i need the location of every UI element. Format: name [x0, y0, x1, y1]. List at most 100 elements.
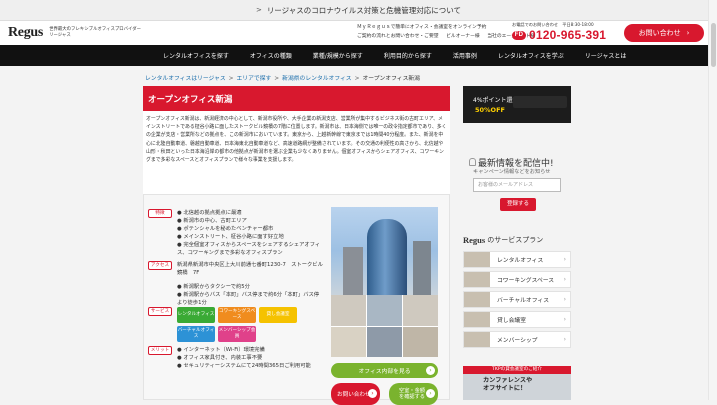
list-item: ● 新潟駅からバス「本町」バス停まで約6分「本町」バス停より徒歩1分 [177, 292, 320, 306]
page-title: オープンオフィス新潟 [143, 86, 450, 111]
plan-coworking[interactable]: コワーキングスペース › [463, 271, 571, 288]
check-availability-button[interactable]: 空室・金額を確認する › [389, 383, 438, 405]
thumbnail[interactable] [403, 295, 438, 326]
merit-row: メリット ● インターネット（Wi-Fi）環境完備 ● オフィス家具付き、内装工… [148, 346, 315, 370]
breadcrumb-prefecture[interactable]: 新潟県のレンタルオフィス [282, 76, 351, 82]
breadcrumb-area[interactable]: エリアで探す [237, 76, 272, 82]
chevron-right-icon: > [255, 6, 262, 14]
thumbnail[interactable] [331, 295, 366, 326]
features-label: 特徴 [148, 209, 172, 218]
center-content: オープンオフィス新潟 オープンオフィス新潟は、新潟経済の中心として、新潟市役所や… [143, 86, 450, 405]
list-item: ● オフィス家具付き、内装工事不要 [177, 355, 263, 361]
plan-membership[interactable]: メンバーシップ › [463, 331, 571, 348]
myregus-link[interactable]: ＭｙＲｅｇｕｓで簡単にオフィス・会議室をオンライン予約 [357, 25, 486, 30]
nav-item-types[interactable]: オフィスの種類 [250, 51, 292, 60]
phone-number[interactable]: FD 0120-965-391 [512, 28, 606, 42]
chevron-right-icon: › [563, 336, 566, 343]
chevron-right-icon: › [563, 276, 566, 283]
phone-block: お電話でのお問い合わせ 平日8:30-18:00 FD 0120-965-391 [512, 22, 606, 42]
inquiry-button[interactable]: お問い合わせ › [331, 383, 380, 405]
banner-text[interactable]: リージャスのコロナウイルス対策と危機管理対応について [267, 5, 461, 16]
email-field[interactable]: お客様のメールアドレス [473, 178, 561, 192]
plan-virtual-office[interactable]: バーチャルオフィス › [463, 291, 571, 308]
address: 新潟県新潟市中央区上大川前通七番町1230-7 ストークビル鏡橋 7F [177, 262, 323, 276]
right-sidebar: 4%ポイント還元 50%OFF 最新情報を配信中! キャンペーン情報などをお知ら… [463, 86, 571, 400]
arrow-right-icon: › [426, 389, 435, 398]
center-photo-gallery[interactable] [331, 207, 438, 357]
owner-link[interactable]: ビルオーナー様 [446, 34, 480, 39]
view-office-button[interactable]: オフィス内部を見る › [331, 363, 438, 378]
center-info-card: 特徴 ● 北信越の拠点拠点に最適 ● 新潟市の中心、古町エリア ● ポテンシャル… [143, 194, 450, 405]
features-list: ● 北信越の拠点拠点に最適 ● 新潟市の中心、古町エリア ● ポテンシャルを秘め… [177, 209, 327, 257]
access-label: アクセス [148, 261, 172, 270]
plans-suffix: のサービスプラン [487, 236, 544, 244]
badge-meeting-room[interactable]: 貸し会議室 [259, 307, 297, 323]
register-button[interactable]: 登録する [500, 198, 536, 211]
breadcrumb-separator: > [274, 76, 280, 82]
nav-item-about[interactable]: リージャスとは [585, 51, 627, 60]
breadcrumb-home[interactable]: レンタルオフィスはリージャス [145, 76, 226, 82]
tkp-banner[interactable]: TKPの貸会議室のご紹介 カンファレンスや オフサイトに！ [463, 366, 571, 400]
service-plans: Regus のサービスプラン レンタルオフィス › コワーキングスペース › バーチャ… [463, 232, 571, 348]
tagline-line-2: リージャス [49, 33, 71, 38]
access-list: ● 新潟駅からタクシーで約5分 ● 新潟駅からバス「本町」バス停まで約6分「本町… [177, 283, 323, 307]
chevron-right-icon: › [563, 296, 566, 303]
building-photo[interactable] [331, 207, 438, 295]
breadcrumb-current: オープンオフィス新潟 [362, 76, 420, 82]
tkp-banner-header: TKPの貸会議室のご紹介 [463, 366, 571, 374]
inquiry-label: お問い合わせ [337, 392, 371, 398]
list-item: ● インターネット（Wi-Fi）環境完備 [177, 347, 265, 353]
nav-item-purpose[interactable]: 利用目的から探す [384, 51, 432, 60]
promo-discount: 50%OFF [475, 106, 505, 114]
list-item: ● 新潟駅からタクシーで約5分 [177, 284, 250, 290]
chevron-right-icon: › [563, 316, 566, 323]
service-badges: レンタルオフィス コワーキングスペース 貸し会議室 バーチャルオフィス メンバー… [177, 307, 297, 342]
nav-item-find[interactable]: レンタルオフィスを探す [163, 51, 229, 60]
check-availability-label: 空室・金額を確認する [399, 388, 425, 400]
plans-brand: Regus [463, 235, 486, 245]
service-row: サービス レンタルオフィス コワーキングスペース 貸し会議室 バーチャルオフィス… [148, 307, 297, 342]
photo-thumbnails [331, 295, 438, 357]
thumbnail[interactable] [367, 295, 402, 326]
list-item: ● ポテンシャルを秘めたベンチャー都市 [177, 226, 274, 232]
plan-label: コワーキングスペース [497, 278, 555, 284]
main-nav: レンタルオフィスを探す オフィスの種類 業種/規模から探す 利用目的から探す 活… [0, 45, 717, 66]
plan-rental-office[interactable]: レンタルオフィス › [463, 251, 571, 268]
thumbnail[interactable] [403, 326, 438, 357]
nav-item-learn[interactable]: レンタルオフィスを学ぶ [498, 51, 564, 60]
promo-banner[interactable]: 4%ポイント還元 50%OFF [463, 86, 571, 123]
scrollbar-thumb[interactable] [711, 23, 716, 67]
badge-coworking[interactable]: コワーキングスペース [218, 307, 256, 323]
view-office-label: オフィス内部を見る [358, 369, 411, 375]
nav-item-cases[interactable]: 活用事例 [453, 51, 477, 60]
freedial-icon: FD [512, 30, 526, 40]
arrow-right-icon: › [426, 366, 435, 375]
contact-button-label: お問い合わせ [638, 29, 681, 37]
list-item: ● 完全個室オフィスからスペースをシェアするシェアオフィス、コワーキングまで多彩… [177, 242, 321, 256]
plans-heading: Regus のサービスプラン [463, 232, 571, 248]
merit-label: メリット [148, 346, 172, 355]
arrow-right-icon: › [686, 29, 690, 37]
nav-item-industry[interactable]: 業種/規模から探す [313, 51, 363, 60]
thumbnail[interactable] [331, 326, 366, 357]
page-scrollbar[interactable] [708, 0, 717, 400]
plan-label: バーチャルオフィス [497, 298, 549, 304]
regus-logo[interactable]: Regus [8, 25, 43, 41]
tkp-banner-text: カンファレンスや オフサイトに！ [483, 377, 533, 392]
contract-link[interactable]: ご契約の流れとお問い合わせ・ご要望 [357, 34, 439, 39]
list-item: ● 北信越の拠点拠点に最適 [177, 210, 242, 216]
phone-text[interactable]: 0120-965-391 [529, 28, 606, 42]
arrow-right-icon: › [368, 389, 377, 398]
badge-membership[interactable]: メンバーシップ会員 [218, 326, 256, 342]
badge-virtual-office[interactable]: バーチャルオフィス [177, 326, 215, 342]
list-item: ● メインストリート、柾谷小路に面す好立地 [177, 234, 284, 240]
badge-rental-office[interactable]: レンタルオフィス [177, 307, 215, 323]
plan-label: 貸し会議室 [497, 318, 526, 324]
covid-banner[interactable]: > リージャスのコロナウイルス対策と危機管理対応について [0, 0, 717, 21]
contact-button[interactable]: お問い合わせ › [624, 24, 704, 42]
breadcrumb-separator: > [228, 76, 234, 82]
plan-meeting-room[interactable]: 貸し会議室 › [463, 311, 571, 328]
newsletter-box: 最新情報を配信中! キャンペーン情報などをお知らせ お客様のメールアドレス 登録… [463, 152, 571, 220]
thumbnail[interactable] [367, 326, 402, 357]
features-row: 特徴 ● 北信越の拠点拠点に最適 ● 新潟市の中心、古町エリア ● ポテンシャル… [148, 209, 327, 257]
